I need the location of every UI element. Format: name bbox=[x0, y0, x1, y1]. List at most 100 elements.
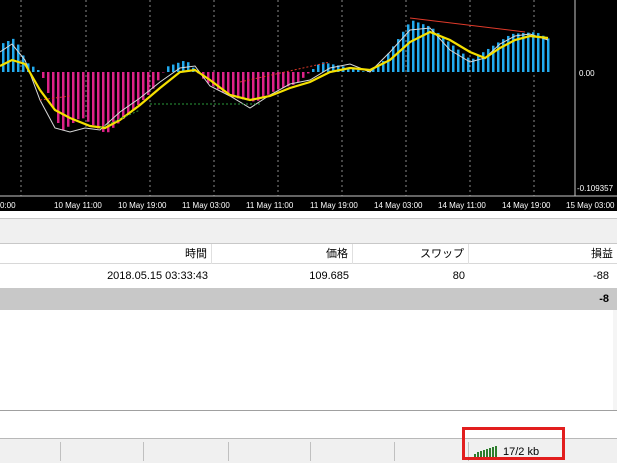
status-separator bbox=[310, 442, 311, 461]
histogram-bar bbox=[102, 72, 105, 132]
panel-bottom-divider bbox=[0, 410, 617, 411]
status-separator bbox=[60, 442, 61, 461]
histogram-bar bbox=[422, 24, 425, 72]
total-row: -8 bbox=[0, 288, 617, 310]
col-header-swap[interactable]: スワップ bbox=[353, 244, 469, 264]
histogram-bar bbox=[532, 32, 535, 72]
time-axis-label: 11 May 11:00 bbox=[246, 201, 294, 210]
time-axis-label: 14 May 11:00 bbox=[438, 201, 486, 210]
histogram-bar bbox=[162, 72, 165, 73]
histogram-bar bbox=[157, 72, 160, 81]
histogram-bar bbox=[447, 41, 450, 72]
time-axis-label: 11 May 19:00 bbox=[310, 201, 358, 210]
histogram-bar bbox=[17, 44, 20, 72]
histogram-bar bbox=[97, 72, 100, 129]
histogram-bar bbox=[77, 72, 80, 120]
histogram-bar bbox=[527, 32, 530, 72]
histogram-bar bbox=[82, 72, 85, 119]
histogram-bar bbox=[167, 66, 170, 72]
table-header: 時間 価格 スワップ 損益 bbox=[0, 244, 617, 264]
histogram-bar bbox=[542, 35, 545, 72]
cell-time: 2018.05.15 03:33:43 bbox=[107, 270, 208, 282]
histogram-bar bbox=[117, 72, 120, 124]
chart-canvas: 0.00 -0.109357 0:00 10 May 11:00 10 May 19… bbox=[0, 0, 617, 210]
chart-bottom-strip bbox=[0, 211, 617, 218]
cell-swap: 80 bbox=[452, 270, 465, 282]
histogram-bar bbox=[412, 20, 415, 72]
histogram-bar bbox=[87, 72, 90, 122]
histogram-bar bbox=[172, 64, 175, 72]
histogram-bar bbox=[482, 52, 485, 72]
cell-price: 109.685 bbox=[309, 270, 349, 282]
histogram-bar bbox=[307, 72, 310, 74]
histogram-bar bbox=[362, 71, 365, 72]
histogram-bar bbox=[177, 62, 180, 72]
histogram-bar bbox=[457, 49, 460, 72]
histogram-bar bbox=[467, 57, 470, 72]
histogram-bar bbox=[127, 72, 130, 115]
histogram-bar bbox=[262, 72, 265, 98]
histogram-bar bbox=[92, 72, 95, 126]
table-row[interactable]: 2018.05.15 03:33:43 109.685 80 -88 bbox=[0, 264, 617, 288]
histogram-bar bbox=[52, 72, 55, 108]
panel-toolbar bbox=[0, 218, 617, 244]
time-axis-label: 15 May 03:00 bbox=[566, 201, 615, 210]
trade-panel: 時間 価格 スワップ 損益 2018.05.15 03:33:43 109.68… bbox=[0, 218, 617, 438]
histogram-bar bbox=[62, 72, 65, 131]
histogram-bar bbox=[132, 72, 135, 110]
histogram-bar bbox=[252, 72, 255, 102]
histogram-bar bbox=[232, 72, 235, 98]
status-separator bbox=[143, 442, 144, 461]
histogram-bar bbox=[312, 69, 315, 72]
histogram-bar bbox=[122, 72, 125, 120]
histogram-bar bbox=[432, 28, 435, 72]
status-separator bbox=[228, 442, 229, 461]
indicator-chart[interactable]: 0.00 -0.109357 0:00 10 May 11:00 10 May 19… bbox=[0, 0, 617, 218]
col-header-time[interactable]: 時間 bbox=[0, 244, 212, 264]
histogram-bar bbox=[277, 72, 280, 90]
histogram-bar bbox=[387, 53, 390, 72]
cell-profit: -88 bbox=[593, 270, 609, 282]
connection-status[interactable]: 17/2 kb bbox=[474, 445, 539, 459]
dotted-guide-line bbox=[99, 109, 141, 129]
histogram-bar bbox=[242, 72, 245, 100]
histogram-bar bbox=[537, 33, 540, 72]
connection-bars-icon bbox=[474, 446, 498, 458]
time-axis-label: 14 May 19:00 bbox=[502, 201, 551, 210]
col-header-profit[interactable]: 損益 bbox=[469, 244, 617, 264]
histogram-bar bbox=[282, 72, 285, 88]
histogram-bar bbox=[317, 64, 320, 72]
histogram-bar bbox=[507, 35, 510, 72]
histogram-bar bbox=[502, 39, 505, 72]
histogram-bar bbox=[257, 72, 260, 101]
total-profit: -8 bbox=[599, 293, 609, 305]
time-axis-label: 10 May 19:00 bbox=[118, 201, 167, 210]
histogram-bar bbox=[462, 53, 465, 72]
status-separator bbox=[468, 442, 469, 461]
histogram-bar bbox=[247, 72, 250, 101]
vertical-scrollbar[interactable] bbox=[613, 310, 617, 410]
histogram-bar bbox=[37, 70, 40, 72]
histogram-bar bbox=[302, 72, 305, 78]
histogram-bar bbox=[42, 72, 45, 78]
histogram-bar bbox=[477, 55, 480, 72]
time-axis-label: 0:00 bbox=[0, 201, 16, 210]
histogram-bar bbox=[417, 22, 420, 72]
histogram-bar bbox=[437, 32, 440, 72]
time-axis-label: 14 May 03:00 bbox=[374, 201, 423, 210]
price-label-min: -0.109357 bbox=[577, 184, 614, 193]
histogram-bar bbox=[72, 72, 75, 123]
status-bar: 17/2 kb bbox=[0, 438, 617, 463]
histogram-bar bbox=[357, 70, 360, 72]
histogram-bar bbox=[297, 72, 300, 83]
time-axis-label: 10 May 11:00 bbox=[54, 201, 102, 210]
histogram-bar bbox=[547, 38, 550, 72]
histogram-bar bbox=[2, 43, 5, 72]
histogram-bar bbox=[452, 45, 455, 72]
histogram-bar bbox=[32, 66, 35, 72]
histogram-bar bbox=[487, 48, 490, 72]
histogram-bar bbox=[47, 72, 50, 93]
col-header-price[interactable]: 価格 bbox=[212, 244, 353, 264]
price-label-zero: 0.00 bbox=[579, 69, 595, 78]
connection-traffic: 17/2 kb bbox=[503, 446, 540, 458]
